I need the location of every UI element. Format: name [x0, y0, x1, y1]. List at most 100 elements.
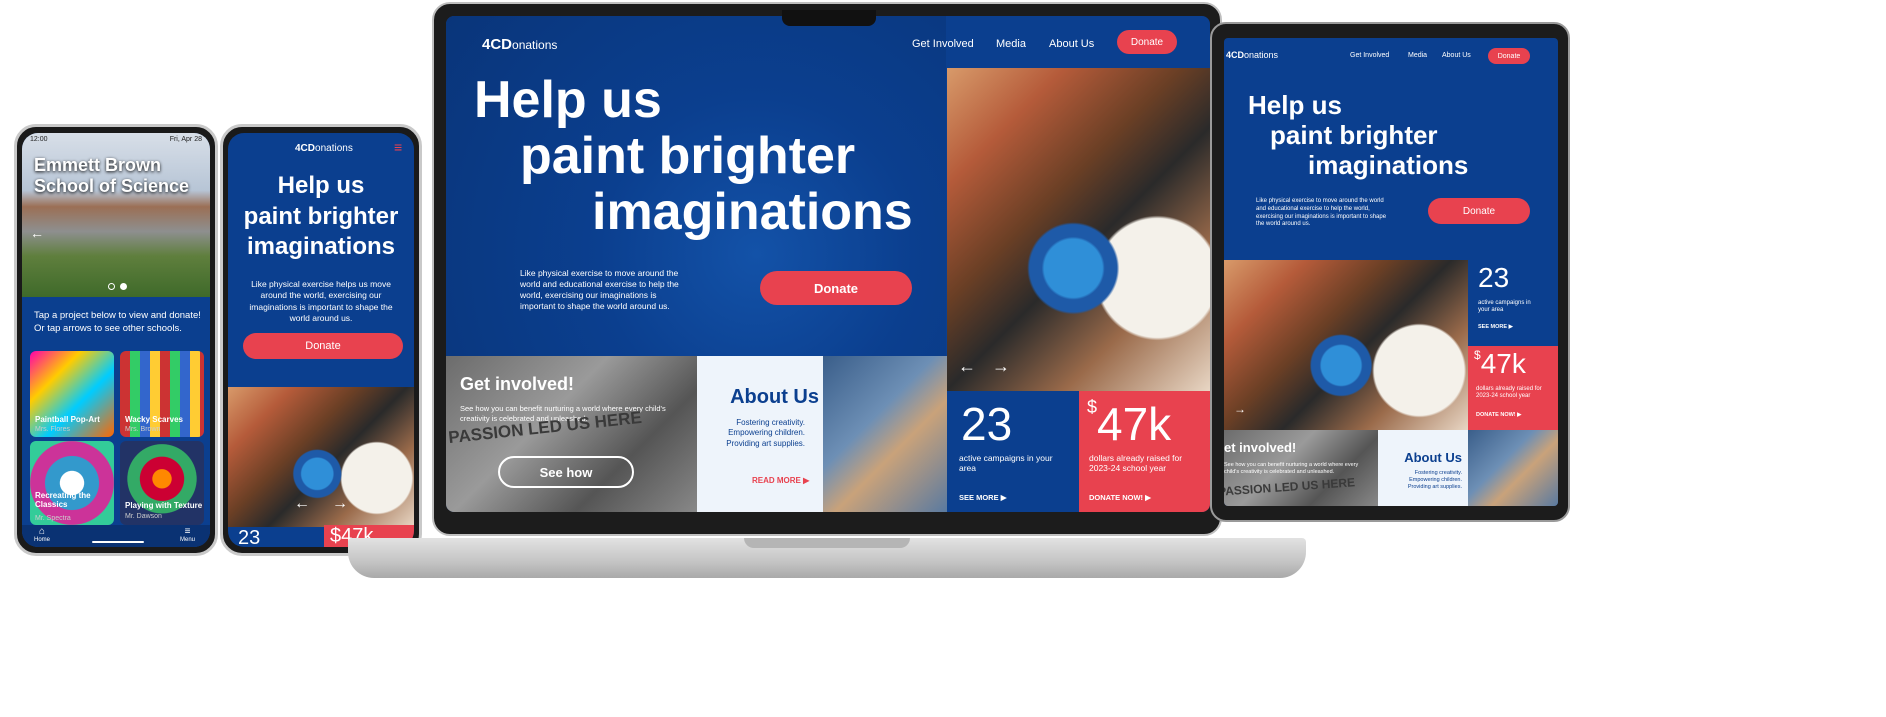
- chevron-right-icon: ▶: [803, 476, 810, 485]
- tablet-logo[interactable]: 4CDonations: [1226, 50, 1278, 60]
- hero-body: Like physical exercise to move around th…: [520, 268, 679, 312]
- hero-line3: imaginations: [592, 183, 913, 242]
- laptop-trackpad-notch: [744, 538, 910, 548]
- menu-tab[interactable]: ≡ Menu: [180, 526, 195, 543]
- school-name: Emmett Brown School of Science: [34, 155, 189, 196]
- project-title: Paintball Pop-Art: [35, 415, 100, 424]
- carousel-dots[interactable]: [108, 283, 127, 290]
- donate-button[interactable]: Donate: [760, 271, 912, 305]
- project-card[interactable]: Wacky Scarves Mrs. Brown: [120, 351, 204, 437]
- project-teacher: Mr. Dawson: [125, 513, 162, 520]
- laptop-logo[interactable]: 4CDonations: [482, 36, 557, 53]
- nav-donate-button[interactable]: Donate: [1488, 48, 1530, 64]
- laptop-camera-notch: [782, 10, 876, 26]
- chevron-right-icon: ▶: [1517, 412, 1522, 418]
- hamburger-icon[interactable]: ≡: [394, 139, 402, 155]
- tablet-screen: 4CDonations Get Involved Media About Us …: [1224, 38, 1558, 506]
- see-more-link[interactable]: SEE MORE ▶: [1478, 324, 1513, 330]
- tablet-hero-title: Help us paint brighter imaginations: [1248, 90, 1468, 180]
- about-section: About Us Fostering creativity. Empowerin…: [1378, 430, 1468, 506]
- nav-media[interactable]: Media: [996, 38, 1026, 50]
- status-time: 12:00: [30, 136, 48, 143]
- about-section: About Us Fostering creativity. Empowerin…: [697, 356, 823, 512]
- mobile-hero-title: Help us paint brighter imaginations: [228, 171, 414, 263]
- stat-campaigns-value: 23: [1478, 262, 1510, 293]
- see-more-label: SEE MORE: [959, 493, 999, 502]
- arrow-left-icon[interactable]: ←: [30, 225, 44, 241]
- stat-raised-value: $47k: [1474, 348, 1526, 380]
- stat-campaigns-box: 23 active campaigns in your area SEE MOR…: [947, 391, 1079, 512]
- status-bar: 12:00 Fri, Apr 28: [22, 133, 210, 147]
- project-title: Wacky Scarves: [125, 415, 183, 424]
- stat-raised-number: 47k: [1097, 398, 1172, 450]
- mobile-logo: 4CDonations: [295, 143, 353, 154]
- get-involved-title: Get involved!: [460, 374, 575, 394]
- about-line2: Empowering children.: [1409, 477, 1462, 484]
- project-title: Recreating the Classics: [35, 491, 91, 509]
- slider-arrow-right-icon[interactable]: →: [992, 356, 1010, 377]
- donate-button[interactable]: Donate: [1428, 198, 1530, 224]
- project-teacher: Mrs. Brown: [125, 426, 161, 433]
- stat-raised-label: dollars already raised for 2023-24 schoo…: [1476, 386, 1542, 400]
- arrow-right-icon[interactable]: →: [332, 495, 348, 513]
- mobile-paint-photo: [228, 387, 414, 527]
- chevron-right-icon: ▶: [1000, 493, 1007, 502]
- about-line3: Providing art supplies.: [726, 438, 805, 448]
- bottom-nav: ⌂ Home ≡ Menu: [22, 525, 210, 547]
- phone-web-device: 4CDonations ≡ Help us paint brighter ima…: [220, 124, 422, 556]
- get-involved-section: et involved! See how you can benefit nur…: [1224, 430, 1378, 506]
- get-involved-body: See how you can benefit nurturing a worl…: [1224, 462, 1359, 476]
- stat-raised-label: dollars already raised for 2023-24 schoo…: [1089, 453, 1183, 474]
- get-involved-title: et involved!: [1224, 440, 1297, 455]
- chevron-right-icon: ▶: [1508, 324, 1513, 330]
- project-card[interactable]: Paintball Pop-Art Mrs. Flores: [30, 351, 114, 437]
- hero-line1: Help us: [1248, 90, 1342, 120]
- stat-campaigns-box: 23 active campaigns in your area SEE MOR…: [1468, 260, 1558, 346]
- stat-raised-prefix: $: [1474, 348, 1481, 362]
- see-more-label: SEE MORE: [1478, 324, 1508, 330]
- donate-now-link[interactable]: DONATE NOW! ▶: [1089, 493, 1151, 502]
- donate-now-label: DONATE NOW!: [1476, 412, 1516, 418]
- phone-app-screen: 12:00 Fri, Apr 28 Emmett Brown School of…: [22, 133, 210, 547]
- see-how-button[interactable]: See how: [498, 456, 634, 488]
- home-icon: ⌂: [38, 526, 46, 537]
- laptop-base: [348, 538, 1306, 578]
- dot-active-icon[interactable]: [120, 283, 127, 290]
- read-more-label: READ MORE: [752, 476, 801, 485]
- arrow-left-icon[interactable]: ←: [294, 495, 310, 513]
- logo-text: onations: [1244, 50, 1279, 60]
- logo-mark: 4CD: [295, 143, 316, 154]
- stat-raised-box: $47k dollars already raised for 2023-24 …: [1079, 391, 1210, 512]
- nav-donate-button[interactable]: Donate: [1117, 30, 1177, 54]
- slider-arrow-right-icon[interactable]: →: [1234, 402, 1246, 416]
- stat-campaigns-label: active campaigns in your area: [959, 453, 1053, 474]
- read-more-link[interactable]: READ MORE ▶: [752, 476, 809, 485]
- project-card[interactable]: Recreating the Classics Mr. Spectra: [30, 441, 114, 525]
- stat-raised-prefix: $: [1087, 397, 1098, 417]
- stat-campaigns-label: active campaigns in your area: [1478, 300, 1531, 314]
- slider-arrow-left-icon[interactable]: ←: [958, 356, 976, 377]
- stat-raised-number: 47k: [1480, 348, 1526, 379]
- nav-about[interactable]: About Us: [1442, 52, 1471, 59]
- donate-button[interactable]: Donate: [243, 333, 403, 359]
- home-tab[interactable]: ⌂ Home: [34, 526, 50, 543]
- nav-get-involved[interactable]: Get Involved: [1350, 52, 1389, 59]
- hero-line2: paint brighter: [520, 127, 856, 186]
- about-line2: Empowering children.: [728, 428, 805, 438]
- see-more-link[interactable]: SEE MORE ▶: [959, 493, 1006, 502]
- stat-campaigns: 23: [238, 527, 261, 547]
- stat-raised-value: $47k: [1087, 397, 1171, 451]
- mobile-hero-body: Like physical exercise helps us move aro…: [249, 279, 393, 324]
- school-name-line1: Emmett Brown: [34, 155, 162, 175]
- donate-now-link[interactable]: DONATE NOW! ▶: [1476, 412, 1521, 418]
- logo-text: onations: [315, 143, 353, 154]
- laptop-screen: 4CDonations Help us paint brighter imagi…: [446, 16, 1210, 512]
- project-card[interactable]: Playing with Texture Mr. Dawson: [120, 441, 204, 525]
- nav-about[interactable]: About Us: [1049, 38, 1094, 50]
- status-date: Fri, Apr 28: [169, 136, 202, 143]
- hero-title: Help us paint brighter imaginations: [474, 72, 944, 242]
- dot-icon[interactable]: [108, 283, 115, 290]
- nav-media[interactable]: Media: [1408, 52, 1427, 59]
- menu-label: Menu: [180, 537, 196, 543]
- nav-get-involved[interactable]: Get Involved: [912, 38, 974, 50]
